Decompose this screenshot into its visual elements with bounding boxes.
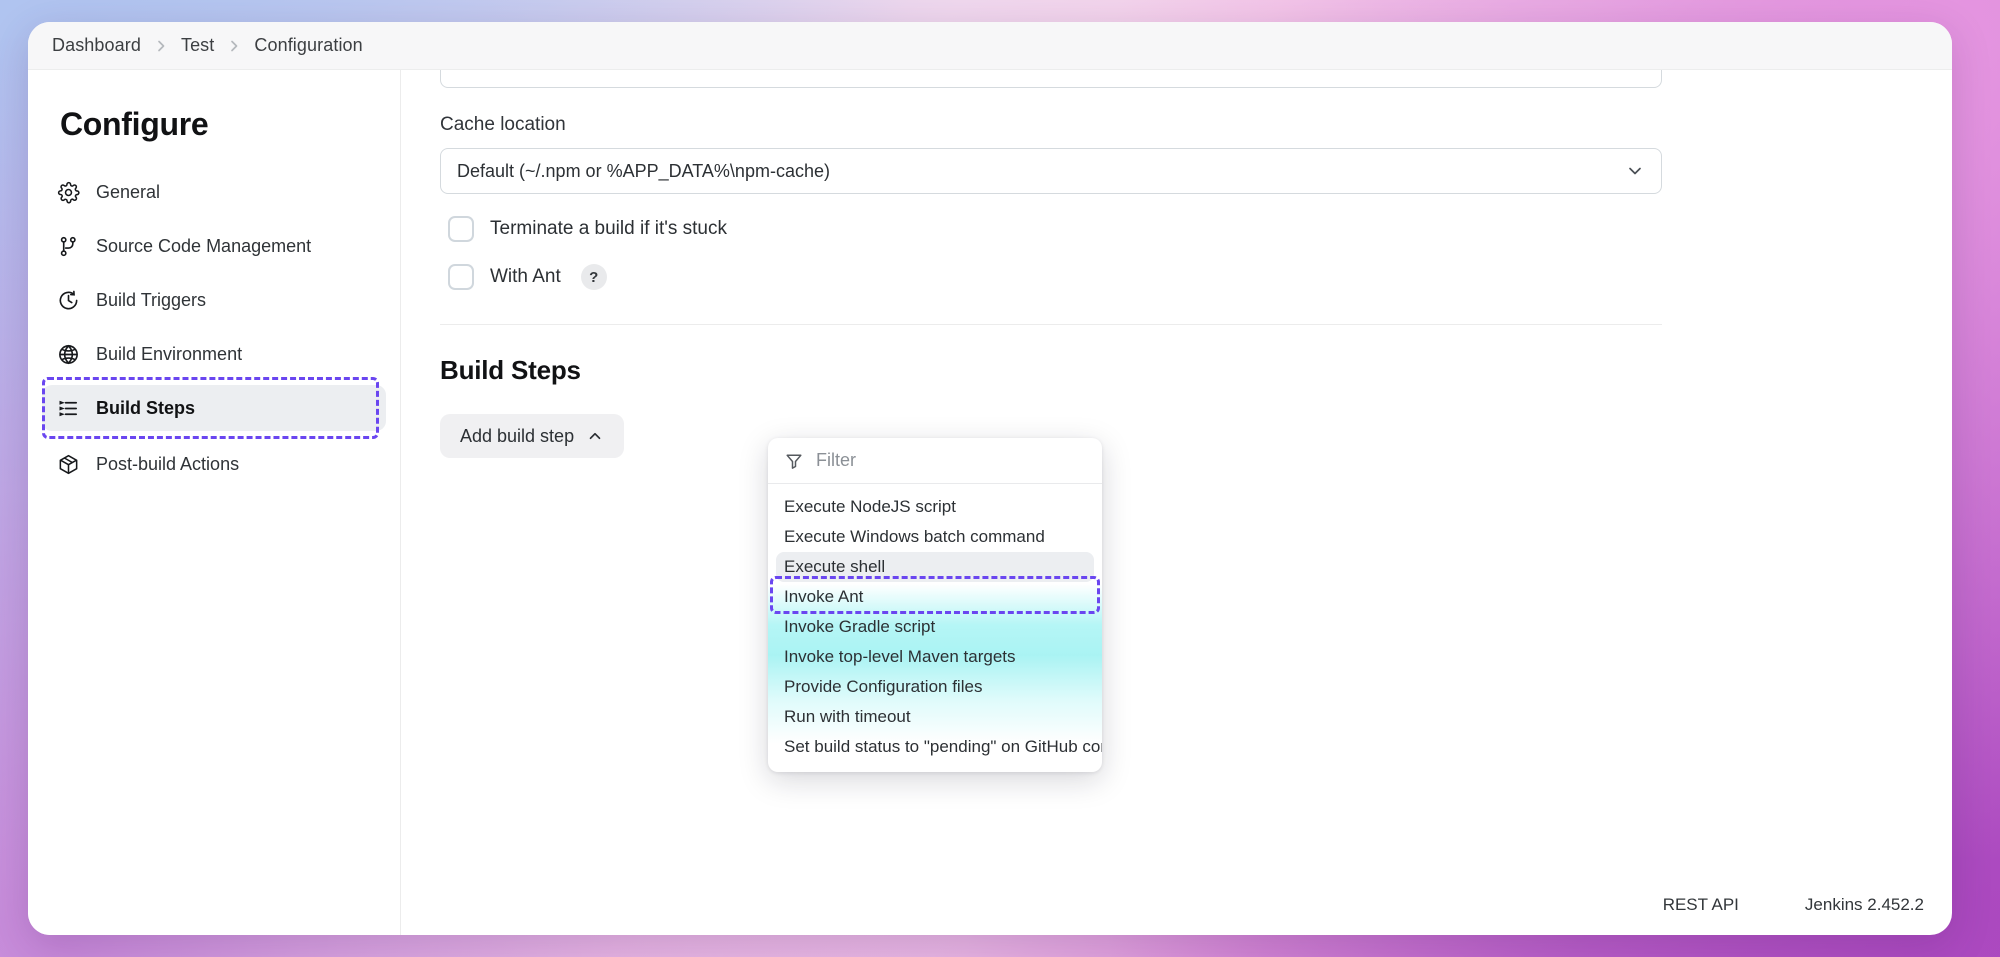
page-title: Configure <box>60 106 209 142</box>
menu-item-execute-shell[interactable]: Execute shell <box>776 552 1094 582</box>
menu-item-label: Execute Windows batch command <box>784 527 1045 546</box>
menu-item-label: Invoke Gradle script <box>784 617 936 636</box>
checkbox-row-terminate[interactable]: Terminate a build if it's stuck <box>440 216 1732 242</box>
menu-item-set-build-status-pending[interactable]: Set build status to "pending" on GitHub … <box>768 732 1102 762</box>
with-ant-label: With Ant <box>490 266 561 287</box>
menu-item-invoke-top-level-maven-targets[interactable]: Invoke top-level Maven targets <box>768 642 1102 672</box>
help-icon[interactable]: ? <box>580 264 607 290</box>
sidebar-item-build-triggers[interactable]: Build Triggers <box>42 277 386 323</box>
with-ant-checkbox[interactable] <box>448 264 474 290</box>
menu-item-invoke-ant[interactable]: Invoke Ant <box>768 582 1102 612</box>
breadcrumb-item-test[interactable]: Test <box>181 35 214 56</box>
breadcrumb-item-configuration[interactable]: Configuration <box>254 35 362 56</box>
menu-item-label: Set build status to "pending" on GitHub … <box>784 737 1102 756</box>
jenkins-version: Jenkins 2.452.2 <box>1804 895 1924 914</box>
menu-item-label: Invoke Ant <box>784 587 864 606</box>
chevron-right-icon <box>153 38 169 54</box>
build-steps-heading: Build Steps <box>440 355 581 385</box>
section-divider <box>440 324 1662 325</box>
sidebar-item-label-build-steps: Build Steps <box>96 397 196 418</box>
sidebar-item-build-steps[interactable]: Build Steps <box>42 385 386 431</box>
sidebar-item-build-steps-wrap: Build Steps <box>42 377 386 439</box>
breadcrumb-item-dashboard[interactable]: Dashboard <box>52 35 141 56</box>
menu-item-execute-nodejs-script[interactable]: Execute NodeJS script <box>768 492 1102 522</box>
breadcrumb: Dashboard Test Configuration <box>28 22 1952 70</box>
menu-item-label: Execute NodeJS script <box>784 497 956 516</box>
main-panel: Cache location Default (~/.npm or %APP_D… <box>400 70 1952 935</box>
page-body: Configure General Source Code Management <box>28 70 1952 935</box>
menu-item-invoke-gradle-script[interactable]: Invoke Gradle script <box>768 612 1102 642</box>
app-window: Dashboard Test Configuration Configure G… <box>28 22 1952 935</box>
sidebar: Configure General Source Code Management <box>28 70 400 935</box>
sidebar-item-label-general: General <box>96 181 161 202</box>
gear-icon <box>56 180 80 204</box>
menu-item-run-with-timeout[interactable]: Run with timeout <box>768 702 1102 732</box>
menu-item-provide-configuration-files[interactable]: Provide Configuration files <box>768 672 1102 702</box>
menu-list: Execute NodeJS script Execute Windows ba… <box>768 484 1102 772</box>
add-build-step-button[interactable]: Add build step <box>440 414 625 458</box>
add-build-step-label: Add build step <box>460 425 575 446</box>
menu-item-label: Invoke top-level Maven targets <box>784 647 1016 666</box>
panel-divider <box>400 70 401 935</box>
package-icon <box>56 452 80 476</box>
cache-location-label: Cache location <box>440 114 566 135</box>
sidebar-item-general[interactable]: General <box>42 169 386 215</box>
cache-location-select[interactable]: Default (~/.npm or %APP_DATA%\npm-cache) <box>440 148 1662 194</box>
truncated-input-above[interactable] <box>440 70 1662 88</box>
chevron-up-icon <box>586 427 604 445</box>
menu-item-execute-windows-batch-command[interactable]: Execute Windows batch command <box>768 522 1102 552</box>
list-icon <box>56 396 80 420</box>
terminate-build-checkbox[interactable] <box>448 216 474 242</box>
sidebar-item-source-code-management[interactable]: Source Code Management <box>42 223 386 269</box>
sidebar-item-label-build-environment: Build Environment <box>96 343 243 364</box>
sidebar-item-label-scm: Source Code Management <box>96 235 312 256</box>
terminate-build-label: Terminate a build if it's stuck <box>490 218 727 239</box>
checkbox-row-with-ant[interactable]: With Ant ? <box>440 264 1732 290</box>
menu-filter-input[interactable] <box>816 450 1086 471</box>
clock-icon <box>56 288 80 312</box>
globe-icon <box>56 342 80 366</box>
sidebar-item-label-build-triggers: Build Triggers <box>96 289 207 310</box>
branch-icon <box>56 234 80 258</box>
menu-item-label: Execute shell <box>784 557 886 576</box>
rest-api-link[interactable]: REST API <box>1663 895 1739 915</box>
footer: REST API Jenkins 2.452.2 <box>1663 895 1924 915</box>
menu-item-label: Provide Configuration files <box>784 677 983 696</box>
sidebar-item-label-post-build: Post-build Actions <box>96 453 240 474</box>
cache-location-value: Default (~/.npm or %APP_DATA%\npm-cache) <box>457 160 830 181</box>
menu-filter-row[interactable] <box>768 438 1102 484</box>
menu-item-label: Run with timeout <box>784 707 911 726</box>
chevron-right-icon-2 <box>226 38 242 54</box>
sidebar-item-post-build-actions[interactable]: Post-build Actions <box>42 441 386 487</box>
filter-icon <box>784 451 804 471</box>
add-build-step-menu[interactable]: Execute NodeJS script Execute Windows ba… <box>768 438 1102 772</box>
chevron-down-icon <box>1625 161 1645 181</box>
sidebar-item-build-environment[interactable]: Build Environment <box>42 331 386 377</box>
sidebar-list: General Source Code Management Build Tri… <box>28 169 400 487</box>
cache-field-block: Cache location Default (~/.npm or %APP_D… <box>400 70 1952 290</box>
